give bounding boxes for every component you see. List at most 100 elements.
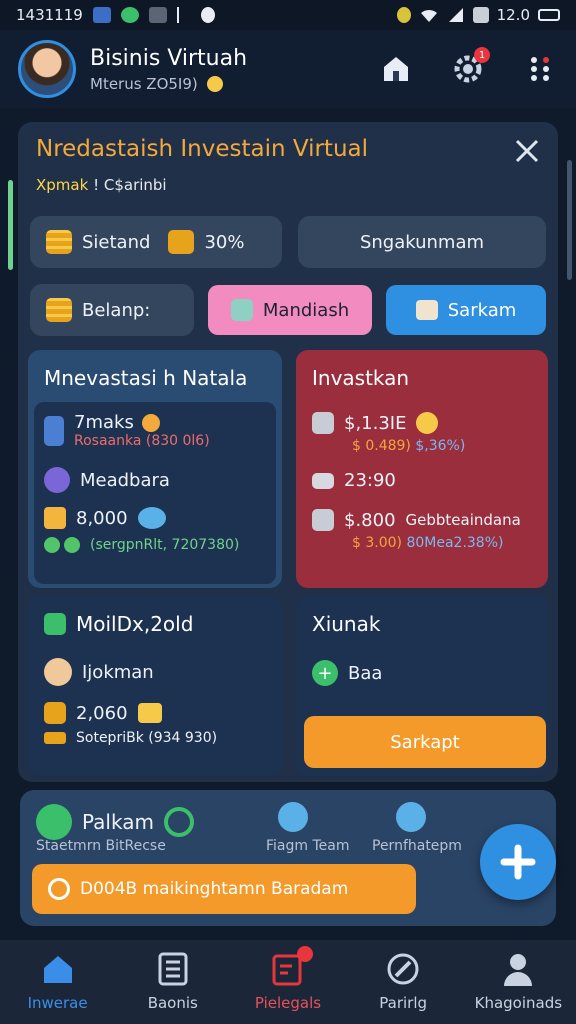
portfolio-time: 23:90 [344, 470, 396, 491]
secondary-pill[interactable]: Sngakunmam [298, 216, 546, 268]
user-icon [278, 802, 308, 832]
item-value: 8,000 [76, 507, 128, 529]
list-item[interactable]: 8,000 [44, 507, 266, 529]
pink-action-button[interactable]: Mandiash [208, 285, 372, 335]
search-title: Palkam [82, 810, 154, 834]
tab-label: Khagoinads [474, 994, 563, 1012]
shortcut-label[interactable]: Staetmrn BitRecse [36, 838, 166, 854]
tab-label: Parirlg [379, 994, 428, 1012]
close-icon [515, 139, 539, 163]
item-value: 2,060 [76, 702, 128, 724]
screenshot-icon [148, 7, 167, 23]
detail-amount: $ 0.489) [352, 438, 411, 454]
list-item[interactable]: 7maks Rosaanka (830 0l6) [44, 412, 266, 449]
usb-icon [176, 7, 191, 23]
search-green-icon [163, 807, 194, 837]
list-item-detail-row: (sergpnRlt, 7207380) [44, 537, 266, 553]
tab-business[interactable]: Baonis [118, 952, 228, 1012]
tab-profile[interactable]: Khagoinads [463, 952, 573, 1012]
portfolio-row[interactable]: 23:90 [312, 470, 532, 491]
promo-banner[interactable]: D004B maikinghtamn Baradam [32, 864, 416, 914]
coins-icon [46, 230, 72, 254]
item-name: Ijokman [82, 661, 154, 683]
balance-percent: 30% [204, 231, 245, 253]
tab-home[interactable]: Inwerae [3, 952, 113, 1012]
expense-pill[interactable]: Belanp: [30, 284, 194, 336]
search-row[interactable]: Palkam [36, 804, 194, 840]
investment-list: 7maks Rosaanka (830 0l6) Meadbara 8,000 … [34, 402, 276, 584]
portfolio-extra: Gebbteaindana [405, 511, 521, 529]
portfolio-card-title: Invastkan [312, 366, 410, 390]
investment-card[interactable]: Mnevastasi h Natala 7maks Rosaanka (830 … [28, 350, 282, 588]
trophy-icon [44, 507, 66, 529]
list-item[interactable]: + Baa [312, 660, 532, 686]
portfolio-amount: $.800 [344, 509, 396, 531]
info-icon [200, 7, 215, 23]
investment-panel: Nredastaish Investain Virtual Xpmak ! C$… [18, 122, 558, 782]
home-icon [384, 57, 408, 81]
image-icon [415, 300, 438, 320]
secondary-label: Sngakunmam [359, 231, 485, 253]
more-button[interactable] [522, 51, 558, 87]
bottom-tab-bar: Inwerae Baonis Pielegals Parirlg Khagoin… [0, 940, 576, 1024]
app-title: Bisinis Virtuah [90, 45, 248, 71]
tab-label: Pielegals [254, 994, 322, 1012]
blue-action-button[interactable]: Sarkam [386, 285, 546, 335]
balance-label: Sietand [82, 231, 151, 253]
shortcut-label[interactable]: Pernfhatepm [372, 838, 462, 854]
compass-tab-icon [386, 952, 420, 986]
shortcut-label[interactable]: Fiagm Team [266, 838, 349, 854]
mobile-card[interactable]: MoilDx,2old Ijokman 2,060 SotepriBk (934… [28, 596, 282, 776]
dot-icon [44, 537, 60, 553]
list-item[interactable]: 2,060 [44, 702, 266, 724]
close-button[interactable] [512, 136, 542, 166]
right-scrollbar[interactable] [567, 160, 572, 280]
detail-percent: 80Mea2.38%) [406, 535, 504, 551]
add-fab-button[interactable] [480, 824, 556, 900]
search-icon [36, 804, 72, 840]
home-button[interactable] [378, 51, 414, 87]
chart-icon [312, 412, 334, 434]
item-detail: (sergpnRlt, 7207380) [90, 537, 240, 553]
orange-action-button[interactable]: Sarkapt [304, 716, 546, 768]
detail-percent: $,36%) [415, 438, 466, 454]
home-tab-icon [41, 952, 75, 986]
document-icon [312, 509, 334, 531]
plus-icon [500, 844, 536, 880]
investment-card-title: Mnevastasi h Natala [44, 366, 248, 390]
alert-icon [396, 7, 411, 23]
tab-pielegals[interactable]: Pielegals [233, 946, 343, 1012]
check-icon [44, 613, 66, 635]
list-item[interactable]: Meadbara [44, 467, 266, 493]
list-item[interactable]: Ijokman [44, 658, 266, 686]
box-icon [44, 702, 66, 724]
expense-label: Belanp: [82, 299, 151, 321]
portfolio-row[interactable]: $,1.3IE [312, 412, 532, 434]
portfolio-card[interactable]: Invastkan $,1.3IE $ 0.489) $,36%) 23:90 … [296, 350, 548, 588]
balance-pill[interactable]: Sietand 30% [30, 216, 282, 268]
smile-icon [416, 412, 439, 434]
tab-parirlg[interactable]: Parirlg [348, 952, 458, 1012]
avatar[interactable] [18, 40, 76, 98]
item-name: Baa [348, 662, 383, 684]
pink-button-label: Mandiash [262, 299, 350, 321]
document-tab-icon [271, 946, 313, 986]
panel-subtitle: Xpmak ! C$arinbi [36, 176, 167, 194]
clock-icon [48, 878, 70, 900]
list-item-detail-row: SotepriBk (934 930) [44, 730, 266, 746]
app-subtitle: Mterus ZO5I9) [90, 75, 247, 93]
quick-card[interactable]: Xiunak + Baa Sarkapt [296, 596, 548, 776]
search-card: Palkam Staetmrn BitRecse Fiagm Team Pern… [20, 790, 556, 926]
battery-level: 12.0 [496, 6, 530, 24]
tab-badge [296, 946, 313, 962]
coin-icon [137, 507, 166, 529]
list-tab-icon [156, 952, 190, 986]
dot-icon-2 [64, 537, 80, 553]
notifications-button[interactable]: 1 [450, 47, 490, 87]
globe-icon [44, 467, 70, 493]
item-detail: Rosaanka (830 0l6) [74, 433, 210, 449]
portfolio-detail: $ 3.00) 80Mea2.38%) [352, 535, 532, 551]
portfolio-row[interactable]: $.800 Gebbteaindana [312, 509, 532, 531]
item-name: Meadbara [80, 469, 170, 491]
user-icon-2 [396, 802, 426, 832]
